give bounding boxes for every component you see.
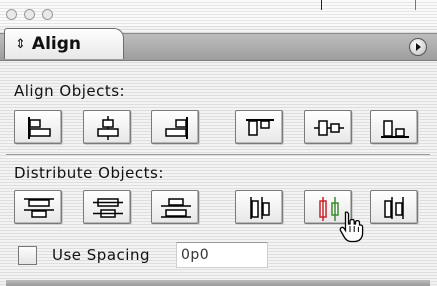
- align-bottom-edges-icon: [381, 120, 409, 138]
- hand-pointer-icon: [339, 211, 364, 243]
- distribute-left-edges-button[interactable]: [235, 190, 283, 224]
- tab-align[interactable]: ⇕ Align: [4, 28, 124, 59]
- align-right-edges-button[interactable]: [151, 110, 199, 144]
- distribute-right-edges-button[interactable]: [370, 190, 418, 224]
- tab-row: ⇕ Align: [0, 27, 437, 61]
- distribute-objects-label: Distribute Objects:: [14, 164, 164, 182]
- align-left-edges-icon: [28, 117, 51, 139]
- section-divider: [6, 154, 430, 158]
- use-spacing-label: Use Spacing: [52, 246, 150, 264]
- align-palette: ⇕ Align Align Objects: Distribute Object…: [0, 0, 437, 286]
- palette-menu-button[interactable]: [409, 38, 427, 56]
- top-edge-tick: [321, 0, 322, 10]
- distribute-top-edges-button[interactable]: [14, 190, 62, 224]
- close-window-icon[interactable]: [6, 9, 17, 20]
- distribute-bottom-edges-button[interactable]: [151, 190, 199, 224]
- triangle-right-icon: [416, 43, 421, 51]
- spacing-value-field[interactable]: [176, 242, 268, 268]
- palette-title-bar[interactable]: [0, 0, 437, 26]
- distribute-left-edges-icon: [250, 197, 270, 219]
- distribute-bottom-edges-icon: [161, 198, 191, 218]
- align-right-edges-icon: [165, 117, 188, 139]
- align-top-edges-button[interactable]: [235, 110, 283, 144]
- minimize-window-icon[interactable]: [24, 9, 35, 20]
- zoom-window-icon[interactable]: [42, 9, 53, 20]
- align-vertical-centers-icon: [314, 120, 344, 136]
- align-bottom-edges-button[interactable]: [370, 110, 418, 144]
- align-left-edges-button[interactable]: [14, 110, 62, 144]
- align-horizontal-centers-button[interactable]: [83, 110, 131, 144]
- tab-expand-arrows-icon[interactable]: ⇕: [15, 37, 26, 52]
- palette-bottom-edge: [6, 280, 430, 286]
- tab-align-label: Align: [31, 34, 81, 54]
- distribute-vertical-centers-icon: [93, 198, 123, 218]
- align-top-edges-icon: [246, 119, 274, 136]
- top-edge-tick: [415, 0, 416, 10]
- align-objects-label: Align Objects:: [14, 82, 126, 100]
- distribute-right-edges-icon: [384, 197, 404, 219]
- distribute-vertical-centers-button[interactable]: [83, 190, 131, 224]
- align-vertical-centers-button[interactable]: [304, 110, 352, 144]
- distribute-top-edges-icon: [24, 198, 54, 218]
- use-spacing-checkbox[interactable]: [18, 246, 37, 265]
- align-horizontal-centers-icon: [97, 116, 119, 140]
